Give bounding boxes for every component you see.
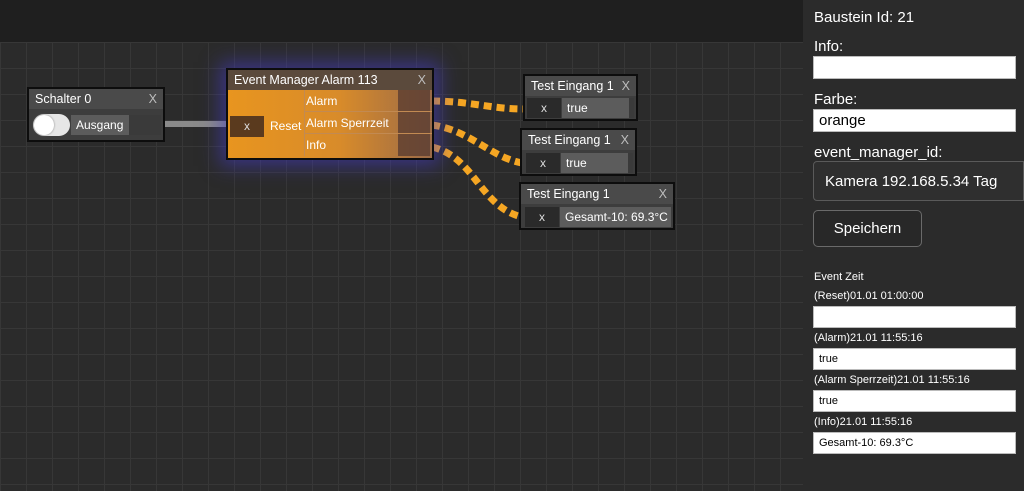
close-icon[interactable]: X — [621, 130, 629, 150]
baustein-id-label: Baustein Id: 21 — [814, 9, 915, 26]
output-label: Alarm — [306, 94, 338, 108]
input-clear-button[interactable]: x — [527, 98, 561, 118]
wire-alarm-to-test1 — [431, 97, 526, 113]
output-slot — [398, 90, 430, 156]
event-zeit-label: Event Zeit — [814, 271, 864, 283]
node-title: Test Eingang 1 — [531, 79, 614, 93]
node-test-eingang-1[interactable]: Test Eingang 1 X x true — [520, 128, 637, 176]
value-display: true — [561, 153, 633, 173]
input-clear-button[interactable]: x — [230, 116, 264, 137]
node-header[interactable]: Schalter 0 X — [29, 89, 163, 109]
toggle-knob — [34, 115, 54, 135]
node-header[interactable]: Test Eingang 1 X — [522, 130, 635, 150]
node-test-eingang-1[interactable]: Test Eingang 1 X x true — [523, 74, 638, 121]
input-clear-button[interactable]: x — [525, 207, 559, 227]
node-title: Test Eingang 1 — [528, 133, 611, 147]
output-info[interactable]: Info — [304, 134, 398, 156]
node-title: Event Manager Alarm 113 — [234, 73, 378, 87]
event-label-reset: (Reset)01.01 01:00:00 — [814, 290, 924, 302]
event-value-info[interactable] — [813, 432, 1016, 454]
node-schalter[interactable]: Schalter 0 X Ausgang — [27, 87, 165, 142]
node-header[interactable]: Test Eingang 1 X — [525, 76, 636, 96]
output-alarm[interactable]: Alarm — [304, 90, 398, 112]
save-button[interactable]: Speichern — [813, 210, 922, 247]
value-display: true — [562, 98, 634, 118]
event-label-info: (Info)21.01 11:55:16 — [814, 416, 913, 428]
output-label: Ausgang — [76, 118, 124, 132]
farbe-label: Farbe: — [814, 91, 858, 108]
value-display: Gesamt-10: 69.3°C — [560, 207, 671, 227]
event-label-alarm: (Alarm)21.01 11:55:16 — [814, 332, 923, 344]
properties-panel: Baustein Id: 21 Info: Farbe: event_manag… — [803, 0, 1024, 491]
wire-sperrzeit-to-test2 — [431, 121, 523, 167]
select-value: Kamera 192.168.5.34 Tag — [825, 173, 998, 190]
node-test-eingang-1[interactable]: Test Eingang 1 X x Gesamt-10: 69.3°C — [519, 182, 675, 230]
toggle-switch-icon[interactable] — [33, 114, 70, 136]
node-event-manager[interactable]: Event Manager Alarm 113 X x Reset Alarm … — [226, 68, 434, 160]
event-value-alarm-sperrzeit[interactable] — [813, 390, 1016, 412]
event-value-reset[interactable] — [813, 306, 1016, 328]
close-icon[interactable]: X — [622, 76, 630, 96]
info-input[interactable] — [813, 56, 1016, 79]
close-icon[interactable]: X — [418, 70, 426, 90]
input-clear-button[interactable]: x — [526, 153, 560, 173]
value-text: true — [567, 101, 588, 115]
node-header[interactable]: Test Eingang 1 X — [521, 184, 673, 204]
value-text: true — [566, 156, 587, 170]
event-value-alarm[interactable] — [813, 348, 1016, 370]
output-slot — [129, 115, 161, 135]
close-icon[interactable]: X — [149, 89, 157, 109]
top-toolbar — [0, 0, 803, 42]
event-manager-id-select[interactable]: Kamera 192.168.5.34 Tag — [813, 161, 1024, 201]
value-text: Gesamt-10: 69.3°C — [565, 210, 668, 224]
output-label: Alarm Sperrzeit — [306, 116, 389, 130]
close-icon[interactable]: X — [659, 184, 667, 204]
output-ausgang[interactable]: Ausgang — [71, 115, 161, 135]
event-manager-id-label: event_manager_id: — [814, 144, 943, 161]
node-title: Test Eingang 1 — [527, 187, 610, 201]
divider — [304, 133, 432, 134]
farbe-input[interactable] — [813, 109, 1016, 132]
value-slot — [628, 153, 633, 173]
input-label-reset: Reset — [270, 119, 302, 133]
divider — [304, 90, 305, 156]
info-label: Info: — [814, 38, 844, 55]
output-label: Info — [306, 138, 327, 152]
output-alarm-sperrzeit[interactable]: Alarm Sperrzeit — [304, 112, 398, 134]
divider — [304, 111, 432, 112]
node-header[interactable]: Event Manager Alarm 113 X — [228, 70, 432, 90]
value-slot — [629, 98, 634, 118]
node-title: Schalter 0 — [35, 92, 92, 106]
event-label-alarm-sperrzeit: (Alarm Sperrzeit)21.01 11:55:16 — [814, 374, 970, 386]
node-editor-canvas[interactable]: Schalter 0 X Ausgang Event Manager Alarm… — [0, 42, 803, 491]
